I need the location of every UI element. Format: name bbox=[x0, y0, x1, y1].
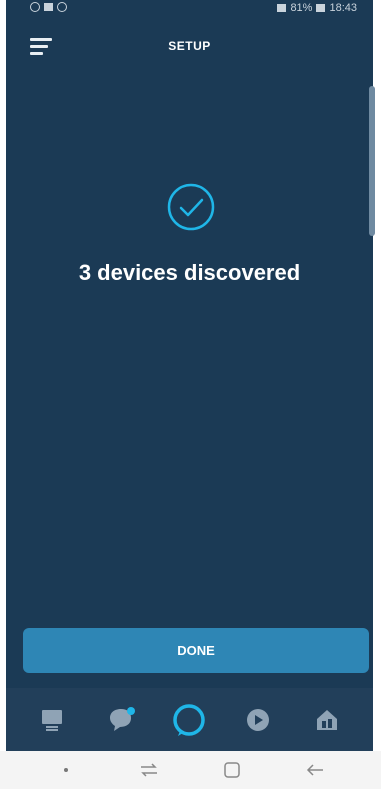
home-card-icon bbox=[42, 709, 63, 731]
image-notification-icon bbox=[44, 3, 53, 11]
check-circle-icon bbox=[167, 183, 215, 231]
dot-icon bbox=[63, 768, 68, 772]
home-square-icon bbox=[224, 762, 240, 778]
play-circle-icon bbox=[247, 708, 270, 731]
app-screen: 81% 18:43 SETUP 3 devices discovered DON… bbox=[0, 0, 381, 751]
android-nav-bar bbox=[0, 751, 381, 789]
nav-home[interactable] bbox=[28, 696, 76, 744]
devices-discovered-message: 3 devices discovered bbox=[78, 260, 301, 285]
nav-communicate[interactable] bbox=[97, 696, 145, 744]
back-arrow-icon bbox=[307, 764, 324, 776]
status-icons-left bbox=[30, 2, 67, 12]
recent-apps-button[interactable] bbox=[129, 755, 169, 785]
app-notification-icon bbox=[57, 2, 67, 12]
header: SETUP bbox=[6, 30, 373, 66]
battery-icon bbox=[316, 4, 326, 12]
alexa-ring-icon bbox=[173, 703, 206, 736]
nav-play[interactable] bbox=[234, 696, 282, 744]
status-icons-right: 81% 18:43 bbox=[277, 2, 357, 14]
nav-dot-button[interactable] bbox=[46, 755, 86, 785]
nav-alexa[interactable] bbox=[165, 696, 213, 744]
signal-icon bbox=[277, 4, 287, 12]
nav-devices[interactable] bbox=[303, 696, 351, 744]
chat-bubble-icon bbox=[109, 706, 135, 731]
battery-level: 81% bbox=[290, 2, 313, 14]
clock: 18:43 bbox=[329, 2, 357, 14]
page-title: SETUP bbox=[168, 39, 211, 53]
scroll-indicator[interactable] bbox=[369, 86, 375, 236]
recent-apps-icon bbox=[140, 763, 157, 777]
smart-home-icon bbox=[316, 709, 337, 730]
back-button[interactable] bbox=[295, 755, 335, 785]
status-bar: 81% 18:43 bbox=[6, 0, 373, 20]
notification-icon bbox=[30, 2, 40, 12]
bottom-nav bbox=[6, 688, 373, 751]
home-button[interactable] bbox=[212, 755, 252, 785]
done-button[interactable]: DONE bbox=[23, 628, 369, 673]
